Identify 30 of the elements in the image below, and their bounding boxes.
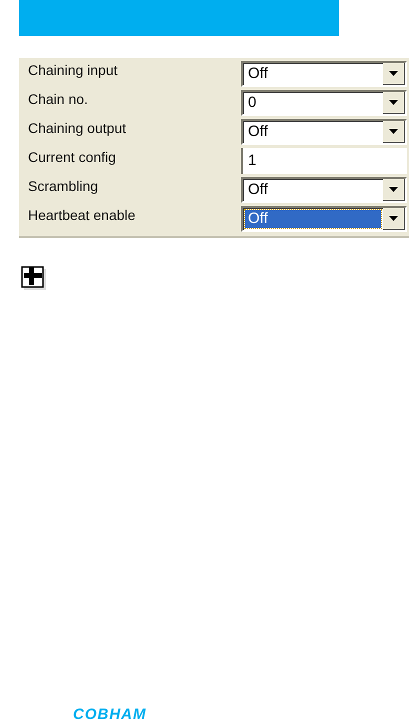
text-field[interactable]: 1: [241, 148, 407, 174]
dropdown-field[interactable]: 0: [241, 90, 407, 116]
dropdown-field[interactable]: Off: [241, 206, 407, 232]
field-value: 1: [247, 152, 258, 170]
caret-icon: [389, 216, 398, 220]
setting-label: Chaining output: [27, 120, 128, 136]
caret-icon: [389, 70, 398, 76]
dropdown-button[interactable]: [383, 208, 405, 230]
dropdown-field[interactable]: Off: [241, 118, 407, 144]
dropdown-button[interactable]: [383, 62, 405, 84]
field-value: 0: [247, 94, 258, 112]
company-logo: COBHAM: [73, 708, 146, 721]
plus-icon: [21, 266, 47, 290]
field-value: Off: [247, 122, 269, 140]
dropdown-button[interactable]: [383, 178, 405, 200]
field-value: Off: [247, 180, 269, 198]
setting-label: Heartbeat enable: [27, 206, 136, 222]
dropdown-field[interactable]: Off: [241, 176, 407, 202]
setting-label: Chaining input: [27, 62, 119, 78]
setting-label: Current config: [27, 148, 117, 164]
dropdown-field[interactable]: Off: [241, 60, 407, 86]
dropdown-button[interactable]: [383, 92, 405, 114]
dropdown-button[interactable]: [383, 120, 405, 142]
setting-label: Chain no.: [27, 90, 89, 106]
caret-icon: [389, 100, 398, 104]
field-value: Off: [247, 64, 269, 82]
setting-label: Scrambling: [27, 178, 100, 194]
caret-icon: [389, 186, 398, 192]
field-value: Off: [245, 210, 381, 228]
caret-icon: [389, 128, 398, 134]
